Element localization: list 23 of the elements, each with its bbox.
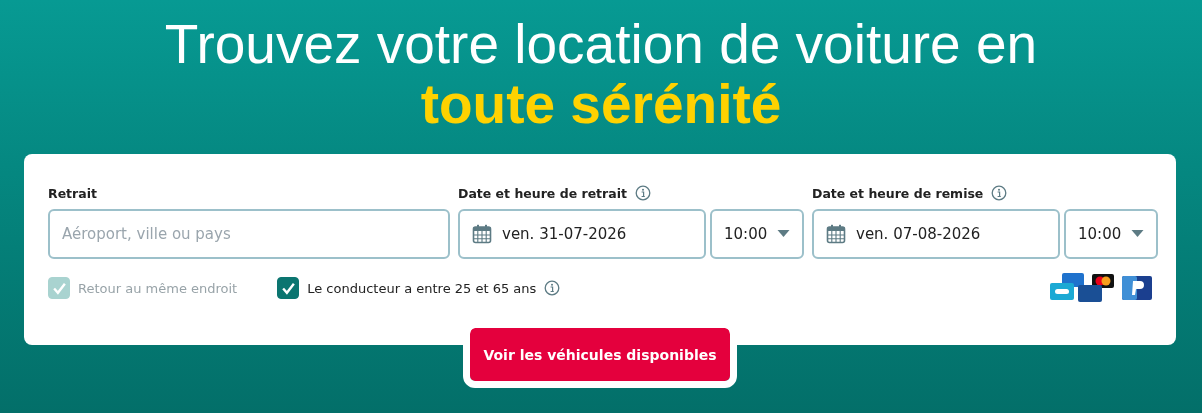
calendar-icon xyxy=(826,224,846,244)
checkmark-icon xyxy=(280,280,296,296)
date-field[interactable]: ven. 07-08-2026 xyxy=(812,209,1060,259)
calendar-icon xyxy=(472,224,492,244)
caret-icon xyxy=(1131,230,1144,238)
field-label: Retrait xyxy=(48,185,97,201)
field-label: Date et heure de retrait xyxy=(458,185,627,201)
time-dropdown[interactable]: 10:00 xyxy=(710,209,804,259)
location-field[interactable]: Aéroport, ville ou pays xyxy=(48,209,450,259)
headline-highlight: toute sérénité xyxy=(420,74,782,134)
date-field[interactable]: ven. 31-07-2026 xyxy=(458,209,706,259)
headline: Trouvez votre location de voiture en xyxy=(164,14,1038,74)
info-icon[interactable] xyxy=(991,185,1008,201)
payment-cards-icon xyxy=(1050,273,1116,303)
time-dropdown[interactable]: 10:00 xyxy=(1064,209,1158,259)
info-icon[interactable] xyxy=(634,185,651,201)
info-icon[interactable] xyxy=(544,280,561,296)
checkmark-icon xyxy=(51,280,67,296)
caret-icon xyxy=(777,230,790,238)
paypal-icon xyxy=(1122,276,1152,300)
field-label: Date et heure de remise xyxy=(812,185,984,201)
checkbox[interactable] xyxy=(277,277,300,299)
checkbox-label[interactable]: Le conducteur a entre 25 et 65 ans xyxy=(307,280,537,296)
